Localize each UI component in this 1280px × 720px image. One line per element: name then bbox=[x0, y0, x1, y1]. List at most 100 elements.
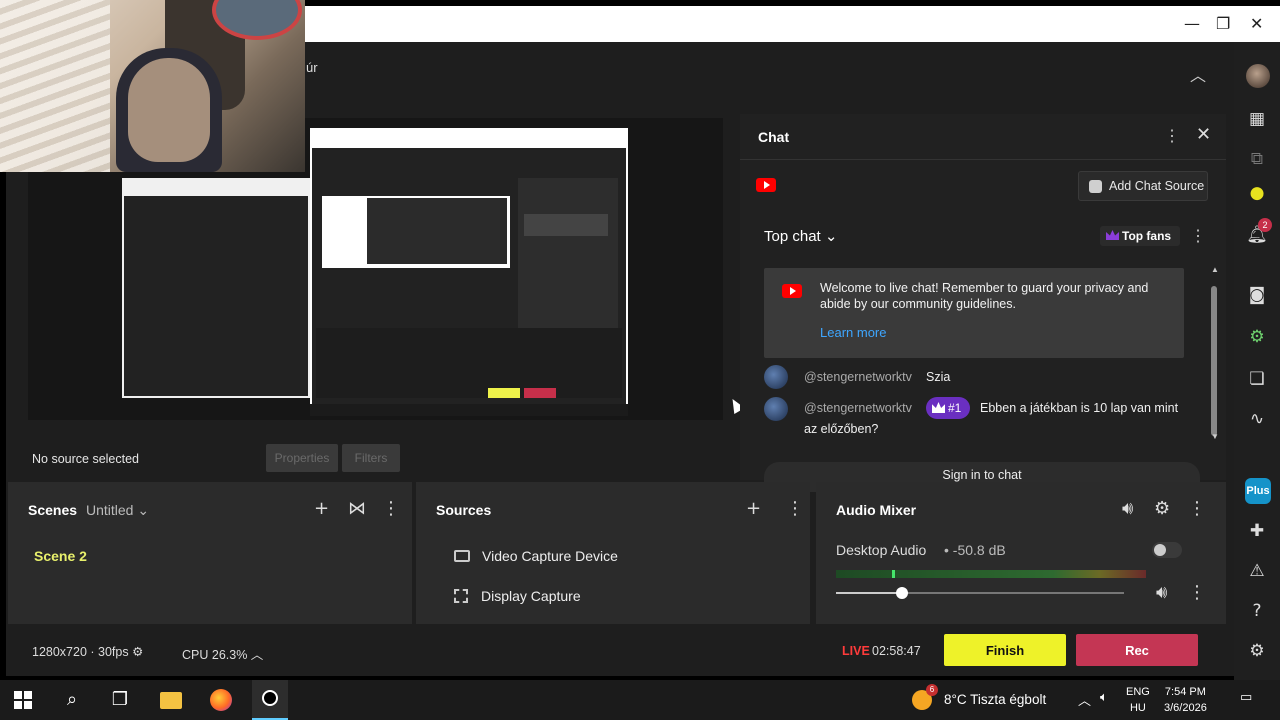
alert-icon[interactable]: ⚠ bbox=[1246, 560, 1268, 582]
speaker-icon[interactable]: 🔊︎ bbox=[1122, 498, 1133, 519]
task-view-icon[interactable]: ❐ bbox=[108, 688, 132, 712]
chat-message-text: Szia bbox=[926, 370, 951, 384]
chat-title: Chat bbox=[758, 129, 790, 145]
resolution-fps: 1280x720 · 30fps ⚙ bbox=[32, 644, 144, 659]
properties-button[interactable]: Properties bbox=[266, 444, 338, 472]
minimize-button[interactable]: — bbox=[1184, 14, 1200, 33]
more-vert-icon[interactable]: ⋮ bbox=[382, 498, 400, 519]
language-indicator[interactable]: ENG HU bbox=[1126, 684, 1150, 716]
plus-button[interactable]: Plus bbox=[1245, 478, 1271, 504]
clock[interactable]: 7:54 PM 3/6/2026 bbox=[1164, 684, 1207, 716]
chevron-up-icon[interactable]: ︿ bbox=[251, 648, 264, 662]
search-icon[interactable]: ⌕ bbox=[60, 688, 84, 712]
restore-button[interactable]: ❐ bbox=[1216, 14, 1230, 33]
display-capture-icon bbox=[454, 589, 468, 603]
chevron-up-icon[interactable]: ︿ bbox=[1190, 62, 1206, 86]
windows-taskbar: ⌕ ❐ 6 8°C Tiszta égbolt ︿ 🔈︎ ENG HU 7:54 … bbox=[0, 680, 1280, 720]
gear-icon[interactable]: ⚙ bbox=[132, 644, 143, 659]
dashboard-icon[interactable]: ▦ bbox=[1246, 108, 1268, 130]
notification-center-icon[interactable]: ▭ bbox=[1240, 690, 1252, 705]
source-item-video-capture[interactable]: Video Capture Device bbox=[454, 548, 618, 564]
welcome-banner: Welcome to live chat! Remember to guard … bbox=[764, 268, 1184, 358]
more-vert-icon[interactable]: ⋮ bbox=[1164, 126, 1180, 146]
windows-start-icon[interactable] bbox=[14, 691, 32, 709]
audio-channel-label: Desktop Audio bbox=[836, 542, 927, 558]
live-indicator: LIVE bbox=[842, 644, 870, 658]
slider-knob[interactable] bbox=[896, 587, 909, 599]
chat-username[interactable]: @stengernetworktv bbox=[804, 401, 912, 415]
volume-slider[interactable] bbox=[836, 587, 1124, 599]
profile-avatar[interactable] bbox=[1246, 64, 1270, 88]
avatar[interactable] bbox=[764, 397, 788, 421]
scenes-title: Scenes bbox=[28, 502, 78, 518]
finish-button[interactable]: Finish bbox=[944, 634, 1066, 666]
file-explorer-icon[interactable] bbox=[160, 692, 182, 709]
status-bar: 1280x720 · 30fps ⚙ CPU 26.3% ︿ LIVE 02:5… bbox=[6, 626, 1228, 676]
top-fans-button[interactable]: Top fans bbox=[1100, 226, 1180, 246]
crown-icon bbox=[1106, 230, 1119, 240]
audio-level-readout: • -50.8 dB bbox=[944, 542, 1006, 558]
close-button[interactable]: ✕ bbox=[1250, 14, 1263, 33]
camera-icon bbox=[454, 550, 470, 562]
more-vert-icon[interactable]: ⋮ bbox=[786, 498, 804, 519]
firefox-icon[interactable] bbox=[210, 689, 232, 711]
multistream-icon[interactable]: ⧉ bbox=[1246, 148, 1268, 170]
speaker-icon[interactable]: 🔊︎ bbox=[1156, 582, 1167, 603]
chat-message-text: Ebben a játékban is 10 lap van mint bbox=[980, 401, 1179, 415]
no-source-label: No source selected bbox=[32, 452, 140, 466]
scene-item[interactable]: Scene 2 bbox=[34, 548, 87, 564]
weather-badge: 6 bbox=[926, 684, 938, 696]
add-scene-icon[interactable]: + bbox=[314, 498, 329, 519]
help-icon[interactable]: ? bbox=[1246, 600, 1268, 622]
chat-panel: Chat ⋮ ✕ Add Chat Source Top chat ⌄ Top … bbox=[740, 114, 1226, 492]
source-item-display-capture[interactable]: Display Capture bbox=[454, 588, 581, 604]
volume-meter bbox=[836, 570, 1146, 578]
gear-icon[interactable]: ⚙ bbox=[1246, 640, 1268, 662]
preview-thumbnail bbox=[122, 178, 310, 398]
more-vert-icon[interactable]: ⋮ bbox=[1188, 498, 1206, 519]
chat-message-text-cont: az előzőben? bbox=[804, 422, 879, 436]
window-title: úr bbox=[306, 60, 318, 75]
settings-sync-icon[interactable]: ⚙ bbox=[1246, 326, 1268, 348]
filters-button[interactable]: Filters bbox=[342, 444, 400, 472]
welcome-text: Welcome to live chat! Remember to guard … bbox=[820, 281, 1149, 311]
volume-icon[interactable]: 🔈︎ bbox=[1100, 690, 1108, 705]
add-chat-source-button[interactable]: Add Chat Source bbox=[1078, 171, 1208, 201]
preview-nested-capture bbox=[310, 128, 628, 416]
webcam-overlay bbox=[0, 0, 305, 172]
transition-icon[interactable]: ⋈ bbox=[348, 498, 366, 519]
right-sidebar: ▦ ⧉ ● 🔔︎ 2 ◙ ⚙ ❏ ∿ Plus ✚ ⚠ ? ⚙ bbox=[1234, 42, 1280, 682]
chat-bubble-icon[interactable]: ● bbox=[1246, 182, 1268, 204]
more-vert-icon[interactable]: ⋮ bbox=[1188, 582, 1206, 603]
source-toolbar: No source selected Properties Filters bbox=[6, 432, 736, 482]
camera-icon[interactable]: ◙ bbox=[1246, 284, 1268, 306]
signature-icon[interactable]: ∿ bbox=[1246, 408, 1268, 430]
add-source-icon bbox=[1089, 180, 1102, 193]
scene-collection-dropdown[interactable]: Untitled ⌄ bbox=[86, 502, 149, 519]
chevron-up-icon[interactable]: ︿ bbox=[1078, 690, 1091, 709]
avatar[interactable] bbox=[764, 365, 788, 389]
audio-toggle[interactable] bbox=[1152, 542, 1182, 558]
notification-count: 2 bbox=[1258, 218, 1272, 232]
rec-button[interactable]: Rec bbox=[1076, 634, 1198, 666]
top-fan-badge: #1 bbox=[926, 397, 970, 419]
sources-dock: Sources + ⋮ Video Capture Device Display… bbox=[416, 482, 810, 624]
cpu-usage: CPU 26.3% ︿ bbox=[182, 648, 264, 662]
layers-icon[interactable]: ❏ bbox=[1246, 368, 1268, 390]
gamepad-icon[interactable]: ✚ bbox=[1246, 520, 1268, 542]
gear-icon[interactable]: ⚙ bbox=[1154, 498, 1170, 519]
scroll-down-arrow[interactable]: ▼ bbox=[1211, 432, 1219, 441]
youtube-icon bbox=[756, 178, 776, 192]
chat-scrollbar[interactable] bbox=[1209, 272, 1219, 440]
add-source-icon[interactable]: + bbox=[746, 498, 761, 519]
streaming-app-icon[interactable] bbox=[252, 680, 288, 720]
scenes-dock: Scenes Untitled ⌄ + ⋈ ⋮ Scene 2 bbox=[8, 482, 412, 624]
close-icon[interactable]: ✕ bbox=[1196, 124, 1211, 145]
learn-more-link[interactable]: Learn more bbox=[820, 325, 886, 340]
chat-username[interactable]: @stengernetworktv bbox=[804, 370, 912, 384]
youtube-icon bbox=[782, 284, 802, 298]
more-vert-icon[interactable]: ⋮ bbox=[1190, 226, 1206, 246]
meter-level bbox=[891, 570, 895, 578]
top-chat-dropdown[interactable]: Top chat ⌄ bbox=[764, 227, 837, 245]
bottom-docks: Scenes Untitled ⌄ + ⋈ ⋮ Scene 2 Sources … bbox=[6, 482, 1228, 626]
